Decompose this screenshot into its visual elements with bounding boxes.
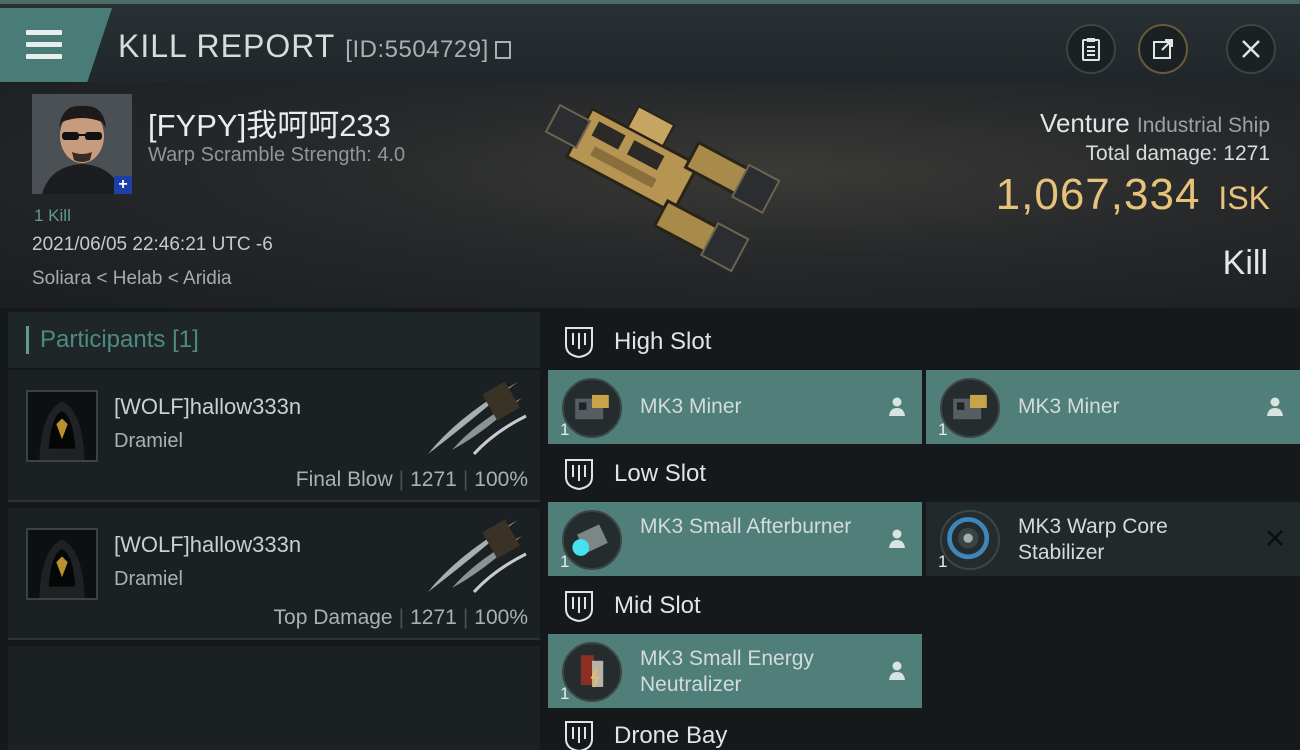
close-button[interactable] [1226, 24, 1276, 74]
participant-avatar[interactable] [26, 390, 98, 462]
participants-accent-bar [26, 326, 29, 354]
module-name: MK3 Small Afterburner [640, 515, 852, 538]
menu-button[interactable] [0, 8, 112, 82]
dramiel-ship-icon[interactable] [418, 376, 528, 456]
slot-title: Mid Slot [614, 592, 701, 619]
module-item[interactable]: 1 MK3 Miner [548, 370, 922, 444]
drone-bay-header: Drone Bay [548, 708, 1300, 750]
x-icon [1267, 530, 1283, 546]
module-quantity: 1 [560, 684, 570, 703]
warp-scramble: Warp Scramble Strength: 4.0 [148, 144, 406, 166]
participant-stats: Top Damage | 1271 | 100% [273, 606, 528, 629]
victim-panel: + 1 Kill [FYPY]我呵呵233 Warp Scramble Stre… [0, 82, 1300, 308]
slot-title: High Slot [614, 328, 712, 355]
participant-percent: 100% [474, 468, 528, 491]
participants-label: Participants [40, 326, 166, 353]
shield-slot-icon [565, 327, 593, 359]
participant-ship[interactable]: Dramiel [114, 568, 183, 591]
shield-slot-icon [565, 721, 593, 750]
participant-name[interactable]: [WOLF]hallow333n [114, 532, 301, 558]
module-name: MK3 Miner [1018, 395, 1120, 418]
venture-ship-image[interactable] [520, 88, 790, 298]
participant-row[interactable]: [WOLF]hallow333n Dramiel Final Blow | 1271… [8, 370, 540, 502]
slot-title: Drone Bay [614, 722, 728, 749]
miner-module-icon [940, 378, 1000, 438]
participant-role: Top Damage [273, 606, 393, 629]
shield-slot-icon [565, 591, 593, 623]
isk-amount: 1,067,334 [995, 170, 1201, 219]
header-bar: KILL REPORT [ID:5504729] [0, 0, 1300, 82]
hooded-portrait-icon [28, 530, 96, 598]
mid-slot-header: Mid Slot [548, 578, 1300, 634]
module-item[interactable]: 1 MK3 Small Energy Neutralizer [548, 634, 922, 708]
victim-name[interactable]: [FYPY]我呵呵233 [148, 100, 391, 145]
kill-count[interactable]: 1 Kill [34, 206, 71, 226]
share-button[interactable] [1138, 24, 1188, 74]
module-quantity: 1 [560, 420, 570, 439]
person-icon [889, 397, 905, 416]
participant-stats: Final Blow | 1271 | 100% [295, 468, 528, 491]
hooded-portrait-icon [28, 392, 96, 460]
page-title: KILL REPORT [ID:5504729] [118, 28, 511, 65]
module-item[interactable]: 1 MK3 Miner [926, 370, 1300, 444]
participants-count: [1] [172, 326, 199, 353]
timestamp: 2021/06/05 22:46:21 UTC -6 [32, 234, 273, 255]
warp-core-stabilizer-icon [940, 510, 1000, 570]
clipboard-icon [1082, 38, 1100, 61]
participant-damage: 1271 [410, 606, 457, 629]
participants-empty-area [8, 646, 540, 750]
module-name: MK3 Warp Core Stabilizer [1018, 515, 1168, 564]
total-damage-label: Total damage: [1085, 142, 1218, 165]
ship-name: Venture [1040, 108, 1130, 138]
ship-info[interactable]: Venture Industrial Ship [1040, 108, 1270, 139]
participants-header[interactable]: Participants [1] [8, 312, 540, 368]
total-damage: Total damage: 1271 [1086, 142, 1270, 166]
person-icon [889, 529, 905, 548]
module-name: MK3 Miner [640, 395, 742, 418]
person-icon [889, 661, 905, 680]
participant-role: Final Blow [295, 468, 393, 491]
close-icon [1242, 40, 1260, 58]
module-quantity: 1 [938, 552, 948, 571]
participant-name[interactable]: [WOLF]hallow333n [114, 394, 301, 420]
module-item[interactable]: 1 MK3 Small Afterburner [548, 502, 922, 576]
report-id: [ID:5504729] [345, 36, 489, 63]
participant-percent: 100% [474, 606, 528, 629]
module-quantity: 1 [938, 420, 948, 439]
location[interactable]: Soliara < Helab < Aridia [32, 268, 232, 290]
dramiel-ship-icon[interactable] [418, 514, 528, 594]
participant-damage: 1271 [410, 468, 457, 491]
add-contact-button[interactable]: + [114, 176, 132, 194]
title-text: KILL REPORT [118, 28, 336, 64]
menu-icon [26, 30, 62, 60]
module-item[interactable]: 1 MK3 Warp Core Stabilizer [926, 502, 1300, 576]
shield-slot-icon [565, 459, 593, 491]
module-quantity: 1 [560, 552, 570, 571]
copy-icon[interactable] [494, 41, 511, 59]
person-icon [1267, 397, 1283, 416]
high-slot-header: High Slot [548, 314, 1300, 370]
afterburner-module-icon [562, 510, 622, 570]
slot-title: Low Slot [614, 460, 707, 487]
miner-module-icon [562, 378, 622, 438]
kill-type-label: Kill [1222, 244, 1268, 282]
share-icon [1153, 39, 1173, 59]
participant-avatar[interactable] [26, 528, 98, 600]
participant-ship[interactable]: Dramiel [114, 430, 183, 453]
participant-row[interactable]: [WOLF]hallow333n Dramiel Top Damage | 1271… [8, 508, 540, 640]
isk-unit: ISK [1218, 180, 1270, 216]
participants-title: Participants [1] [40, 326, 199, 354]
isk-value: 1,067,334 ISK [996, 170, 1270, 220]
ship-class: Industrial Ship [1136, 114, 1270, 137]
energy-neutralizer-icon [562, 642, 622, 702]
low-slot-header: Low Slot [548, 446, 1300, 502]
clipboard-button[interactable] [1066, 24, 1116, 74]
total-damage-value: 1271 [1223, 142, 1270, 165]
module-name: MK3 Small Energy Neutralizer [640, 647, 814, 696]
